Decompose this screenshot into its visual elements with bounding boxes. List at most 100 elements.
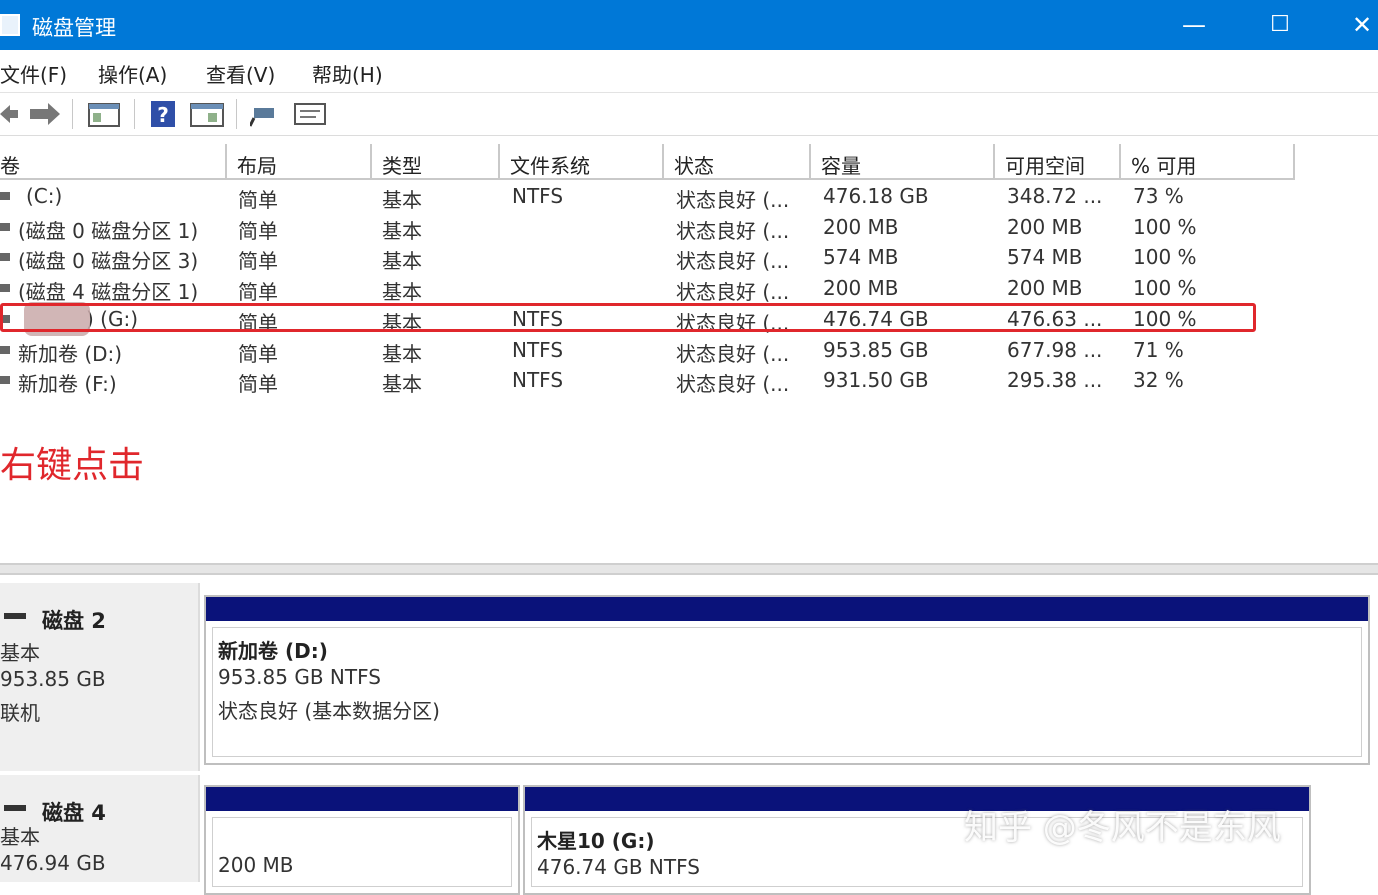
column-percent-free[interactable]: % 可用 [1121,144,1295,180]
forward-arrow-icon[interactable] [28,100,62,128]
watermark: 知乎 @冬风不是东风 [964,808,1281,848]
disk-type: 基本 [0,825,40,849]
partition-bar [206,597,1368,621]
volume-filesystem: NTFS [512,338,564,362]
volume-status: 状态良好 (... [676,219,790,243]
disk-type: 基本 [0,641,40,665]
menu-view[interactable]: 查看(V) [206,59,275,88]
volume-percent-free: 100 % [1133,245,1197,269]
volume-status: 状态良好 (... [676,342,790,366]
volume-percent-free: 71 % [1133,338,1184,362]
partition-size: 200 MB [218,853,294,877]
volume-percent-free: 100 % [1133,276,1197,300]
volume-name: (磁盘 0 磁盘分区 3) [18,249,199,273]
column-volume[interactable]: 卷 [0,144,227,180]
toolbar-separator [72,99,73,129]
volume-layout: 简单 [238,219,278,243]
volume-list-header: 卷 布局 类型 文件系统 状态 容量 可用空间 % 可用 [0,144,1378,180]
partition-status: 状态良好 (基本数据分区) [218,699,440,723]
volume-status: 状态良好 (... [676,249,790,273]
volume-name: (磁盘 0 磁盘分区 1) [18,219,199,243]
volume-free-space: 200 MB [1007,215,1083,239]
toolbar-separator [134,99,135,129]
disk-size: 953.85 GB [0,667,106,691]
minimize-button[interactable]: — [1172,8,1216,42]
disk-name: 磁盘 2 [42,609,106,633]
volume-type: 基本 [382,342,422,366]
maximize-button[interactable]: ☐ [1258,8,1302,42]
volume-percent-free: 32 % [1133,368,1184,392]
volume-capacity: 574 MB [823,245,899,269]
connect-disk-icon[interactable] [250,100,280,128]
column-free-space[interactable]: 可用空间 [995,144,1121,180]
volume-percent-free: 73 % [1133,184,1184,208]
disk-icon [4,613,26,619]
volume-filesystem: NTFS [512,368,564,392]
volume-layout: 简单 [238,249,278,273]
volume-layout: 简单 [238,342,278,366]
volume-type: 基本 [382,188,422,212]
volume-free-space: 574 MB [1007,245,1083,269]
volume-name: 新加卷 (F:) [18,372,117,396]
partition-bar [206,787,518,811]
menu-action[interactable]: 操作(A) [98,59,167,88]
volume-icon [0,284,10,292]
disk-4-label[interactable]: 磁盘 4 基本 476.94 GB [0,775,200,882]
volume-icon [0,376,10,384]
volume-type: 基本 [382,219,422,243]
show-hide-pane-icon[interactable] [190,100,224,128]
volume-layout: 简单 [238,372,278,396]
partition-size: 953.85 GB NTFS [218,665,381,689]
volume-capacity: 476.18 GB [823,184,929,208]
volume-row[interactable]: 新加卷 (F:) 简单 基本 NTFS 状态良好 (... 931.50 GB … [0,365,1378,396]
pane-splitter[interactable] [0,563,1378,575]
back-arrow-icon[interactable] [0,100,20,128]
disk-name: 磁盘 4 [42,801,106,825]
volume-row[interactable]: (磁盘 0 磁盘分区 1) 简单 基本 状态良好 (... 200 MB 200… [0,212,1378,243]
volume-icon [0,253,10,261]
volume-name: 新加卷 (D:) [18,342,123,366]
volume-percent-free: 100 % [1133,215,1197,239]
volume-icon [0,346,10,354]
column-layout[interactable]: 布局 [227,144,372,180]
svg-text:?: ? [157,103,169,127]
window-title: 磁盘管理 [32,16,116,40]
volume-icon [0,223,10,231]
volume-name: (磁盘 4 磁盘分区 1) [18,280,199,304]
volume-capacity: 200 MB [823,276,899,300]
volume-capacity: 953.85 GB [823,338,929,362]
volume-row[interactable]: (磁盘 0 磁盘分区 3) 简单 基本 状态良好 (... 574 MB 574… [0,242,1378,273]
volume-free-space: 348.72 ... [1007,184,1103,208]
volume-row[interactable]: (C:) 简单 基本 NTFS 状态良好 (... 476.18 GB 348.… [0,181,1378,212]
disk-management-icon [0,14,20,36]
menu-file[interactable]: 文件(F) [0,59,67,88]
help-icon[interactable]: ? [150,100,176,128]
column-filesystem[interactable]: 文件系统 [500,144,664,180]
selection-highlight-box [0,303,1256,332]
column-capacity[interactable]: 容量 [811,144,995,180]
volume-status: 状态良好 (... [676,188,790,212]
volume-name: (C:) [26,184,63,208]
console-tree-icon[interactable] [88,100,120,128]
volume-layout: 简单 [238,188,278,212]
menu-help[interactable]: 帮助(H) [312,59,383,88]
menu-bar: 文件(F) 操作(A) 查看(V) 帮助(H) [0,50,1378,93]
partition-size: 476.74 GB NTFS [537,855,700,879]
volume-type: 基本 [382,249,422,273]
column-type[interactable]: 类型 [372,144,500,180]
column-status[interactable]: 状态 [664,144,811,180]
close-button[interactable]: ✕ [1340,8,1378,42]
partition-title: 新加卷 (D:) [218,639,328,663]
title-bar: 磁盘管理 — ☐ ✕ [0,0,1378,50]
volume-type: 基本 [382,280,422,304]
volume-status: 状态良好 (... [676,372,790,396]
properties-icon[interactable] [294,100,326,128]
volume-row[interactable]: (磁盘 4 磁盘分区 1) 简单 基本 状态良好 (... 200 MB 200… [0,273,1378,304]
annotation-right-click: 右键点击 [0,445,145,486]
disk-2-label[interactable]: 磁盘 2 基本 953.85 GB 联机 [0,583,200,771]
partition-d[interactable]: 新加卷 (D:) 953.85 GB NTFS 状态良好 (基本数据分区) [204,595,1370,765]
volume-row[interactable]: 新加卷 (D:) 简单 基本 NTFS 状态良好 (... 953.85 GB … [0,335,1378,366]
partition-200mb[interactable]: 200 MB [204,785,520,895]
volume-capacity: 931.50 GB [823,368,929,392]
disk-icon [4,805,26,811]
